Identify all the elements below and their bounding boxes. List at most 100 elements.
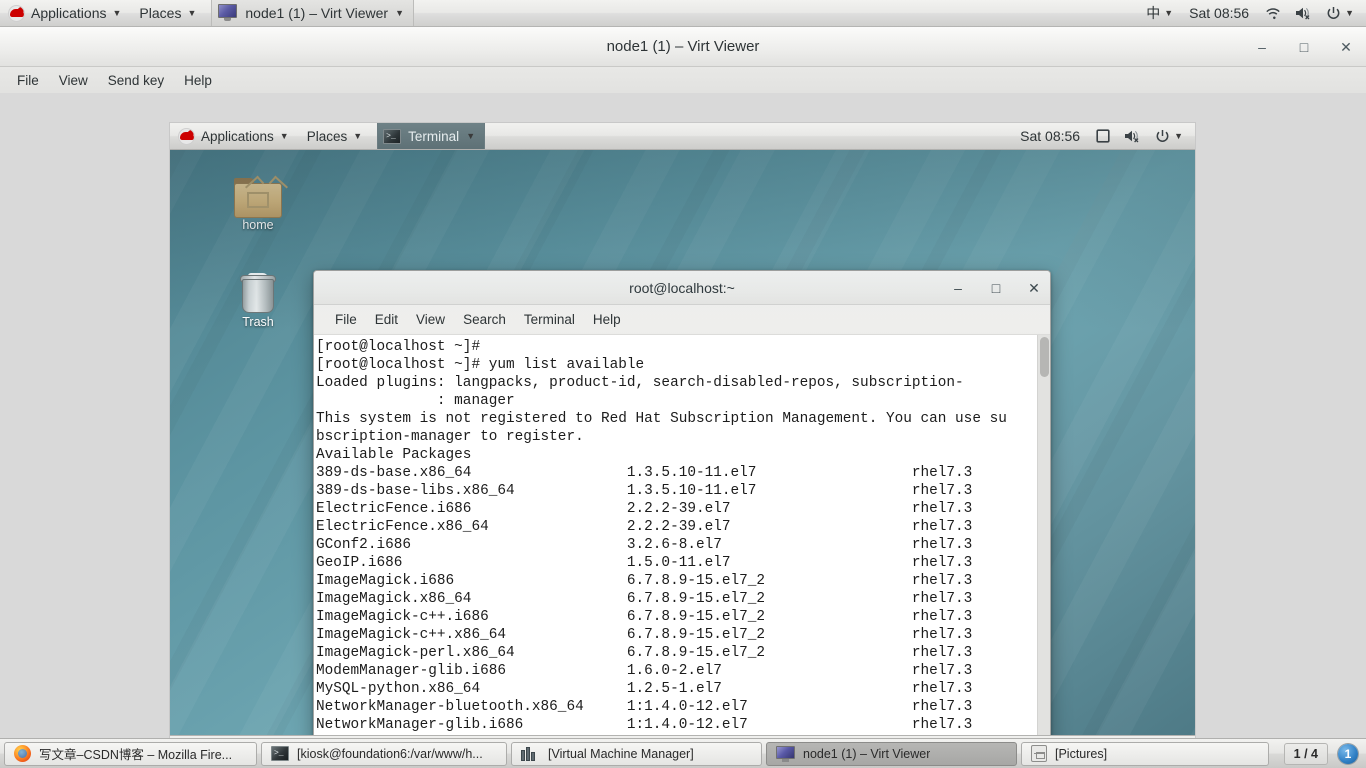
terminal-line: ElectricFence.i686 2.2.2-39.el7 rhel7.3 <box>316 500 1037 518</box>
desktop-icon-home[interactable]: home <box>215 168 301 232</box>
terminal-titlebar[interactable]: root@localhost:~ – □ ✕ <box>314 271 1050 305</box>
taskbar-item-kiosk-terminal[interactable]: >_ [kiosk@foundation6:/var/www/h... <box>261 742 507 766</box>
menu-help[interactable]: Help <box>175 71 221 90</box>
terminal-line: This system is not registered to Red Hat… <box>316 410 1037 428</box>
minimize-button[interactable]: – <box>950 280 966 296</box>
desktop-icon-label: home <box>215 218 301 232</box>
menu-terminal[interactable]: Terminal <box>515 309 584 330</box>
terminal-line: ElectricFence.x86_64 2.2.2-39.el7 rhel7.… <box>316 518 1037 536</box>
file-manager-icon <box>1031 745 1047 762</box>
terminal-line: 389-ds-base-libs.x86_64 1.3.5.10-11.el7 … <box>316 482 1037 500</box>
terminal-title: root@localhost:~ <box>314 280 1050 296</box>
terminal-scrollbar-thumb[interactable] <box>1040 337 1049 377</box>
taskbar-item-virt-viewer[interactable]: node1 (1) – Virt Viewer <box>766 742 1017 766</box>
volume-muted-glyph <box>1124 129 1141 143</box>
menu-file[interactable]: File <box>326 309 366 330</box>
taskbar-item-label: [kiosk@foundation6:/var/www/h... <box>297 747 483 761</box>
power-icon[interactable]: ▼ <box>1149 123 1189 149</box>
volume-muted-glyph <box>1295 6 1312 20</box>
terminal-scrollbar[interactable] <box>1037 335 1050 768</box>
host-workspace-indicator[interactable]: 1 / 4 <box>1284 743 1328 765</box>
trash-icon <box>215 265 301 315</box>
terminal-window-controls: – □ ✕ <box>950 271 1042 305</box>
guest-system-tray: Sat 08:56 <box>1012 123 1195 149</box>
terminal-icon: >_ <box>271 746 289 761</box>
terminal-line: ModemManager-glib.i686 1.6.0-2.el7 rhel7… <box>316 662 1037 680</box>
vmm-icon <box>521 746 540 761</box>
taskbar-item-label: [Pictures] <box>1055 747 1107 761</box>
host-window-menu-virt-viewer[interactable]: node1 (1) – Virt Viewer ▼ <box>211 0 414 26</box>
menu-view[interactable]: View <box>50 71 97 90</box>
guest-applications-menu[interactable]: Applications ▼ <box>170 123 298 149</box>
virt-viewer-icon <box>776 746 795 762</box>
guest-applications-label: Applications <box>201 129 274 144</box>
host-applications-menu[interactable]: Applications ▼ <box>0 0 130 26</box>
guest-wallpaper: home Trash root@localhost:~ – <box>170 150 1195 735</box>
chevron-down-icon: ▼ <box>1345 9 1354 18</box>
virt-viewer-title: node1 (1) – Virt Viewer <box>0 38 1366 55</box>
menu-view[interactable]: View <box>407 309 454 330</box>
wifi-icon[interactable] <box>1259 0 1287 26</box>
terminal-content-area[interactable]: [root@localhost ~]#[root@localhost ~]# y… <box>314 335 1050 768</box>
terminal-window: root@localhost:~ – □ ✕ File Edit View Se… <box>313 270 1051 768</box>
chevron-down-icon: ▼ <box>113 9 122 18</box>
host-window-menu-label: node1 (1) – Virt Viewer <box>245 5 388 21</box>
virt-viewer-menubar: File View Send key Help <box>0 67 1366 93</box>
terminal-line: ImageMagick.i686 6.7.8.9-15.el7_2 rhel7.… <box>316 572 1037 590</box>
host-clock[interactable]: Sat 08:56 <box>1181 5 1257 21</box>
chevron-down-icon: ▼ <box>1174 132 1183 141</box>
host-workspace-badge[interactable]: 1 <box>1338 744 1358 764</box>
host-top-panel: Applications ▼ Places ▼ node1 (1) – Virt… <box>0 0 1366 27</box>
taskbar-item-pictures[interactable]: [Pictures] <box>1021 742 1269 766</box>
terminal-line: ImageMagick-c++.x86_64 6.7.8.9-15.el7_2 … <box>316 626 1037 644</box>
host-applications-label: Applications <box>31 5 107 21</box>
desktop-icon-label: Trash <box>215 315 301 329</box>
guest-places-menu[interactable]: Places ▼ <box>298 123 371 149</box>
guest-window-menu-terminal[interactable]: >_ Terminal ▼ <box>377 123 485 149</box>
close-button[interactable]: ✕ <box>1026 280 1042 297</box>
terminal-line: GConf2.i686 3.2.6-8.el7 rhel7.3 <box>316 536 1037 554</box>
ime-label: 中 <box>1146 3 1160 23</box>
host-taskbar: 写文章–CSDN博客 – Mozilla Fire... >_ [kiosk@f… <box>0 738 1366 768</box>
maximize-button[interactable]: □ <box>988 280 1004 296</box>
home-folder-icon <box>215 168 301 218</box>
firefox-icon <box>14 745 31 762</box>
menu-help[interactable]: Help <box>584 309 630 330</box>
taskbar-item-label: 写文章–CSDN博客 – Mozilla Fire... <box>39 744 232 763</box>
chevron-down-icon: ▼ <box>466 132 475 141</box>
taskbar-item-firefox[interactable]: 写文章–CSDN博客 – Mozilla Fire... <box>4 742 257 766</box>
guest-clock[interactable]: Sat 08:56 <box>1012 128 1088 144</box>
menu-file[interactable]: File <box>8 71 48 90</box>
chevron-down-icon: ▼ <box>395 9 404 18</box>
chevron-down-icon: ▼ <box>280 132 289 141</box>
virt-viewer-window-controls: – □ ✕ <box>1252 27 1356 67</box>
terminal-menubar: File Edit View Search Terminal Help <box>314 305 1050 335</box>
virt-viewer-display-area: Applications ▼ Places ▼ >_ Terminal ▼ Sa… <box>0 93 1366 738</box>
volume-muted-icon[interactable] <box>1289 0 1318 26</box>
wifi-glyph <box>1265 6 1281 20</box>
minimize-button[interactable]: – <box>1252 37 1272 57</box>
input-method-indicator[interactable]: 中 ▼ <box>1140 0 1179 26</box>
menu-search[interactable]: Search <box>454 309 515 330</box>
taskbar-item-virtual-machine-manager[interactable]: [Virtual Machine Manager] <box>511 742 762 766</box>
virt-viewer-titlebar[interactable]: node1 (1) – Virt Viewer – □ ✕ <box>0 27 1366 67</box>
desktop-icon-trash[interactable]: Trash <box>215 265 301 329</box>
chevron-down-icon: ▼ <box>187 9 196 18</box>
power-icon[interactable]: ▼ <box>1320 0 1360 26</box>
taskbar-item-label: [Virtual Machine Manager] <box>548 747 694 761</box>
virt-viewer-icon <box>217 4 238 22</box>
menu-send-key[interactable]: Send key <box>99 71 173 90</box>
menu-edit[interactable]: Edit <box>366 309 407 330</box>
terminal-line: Loaded plugins: langpacks, product-id, s… <box>316 374 1037 392</box>
terminal-line: : manager <box>316 392 1037 410</box>
guest-desktop: Applications ▼ Places ▼ >_ Terminal ▼ Sa… <box>170 123 1195 768</box>
host-places-menu[interactable]: Places ▼ <box>130 0 205 26</box>
terminal-icon: >_ <box>383 129 401 144</box>
terminal-line: ImageMagick-perl.x86_64 6.7.8.9-15.el7_2… <box>316 644 1037 662</box>
maximize-button[interactable]: □ <box>1294 37 1314 57</box>
volume-muted-icon[interactable] <box>1118 123 1147 149</box>
display-icon[interactable] <box>1090 123 1116 149</box>
host-places-label: Places <box>139 5 181 21</box>
close-button[interactable]: ✕ <box>1336 37 1356 57</box>
guest-top-panel: Applications ▼ Places ▼ >_ Terminal ▼ Sa… <box>170 123 1195 150</box>
